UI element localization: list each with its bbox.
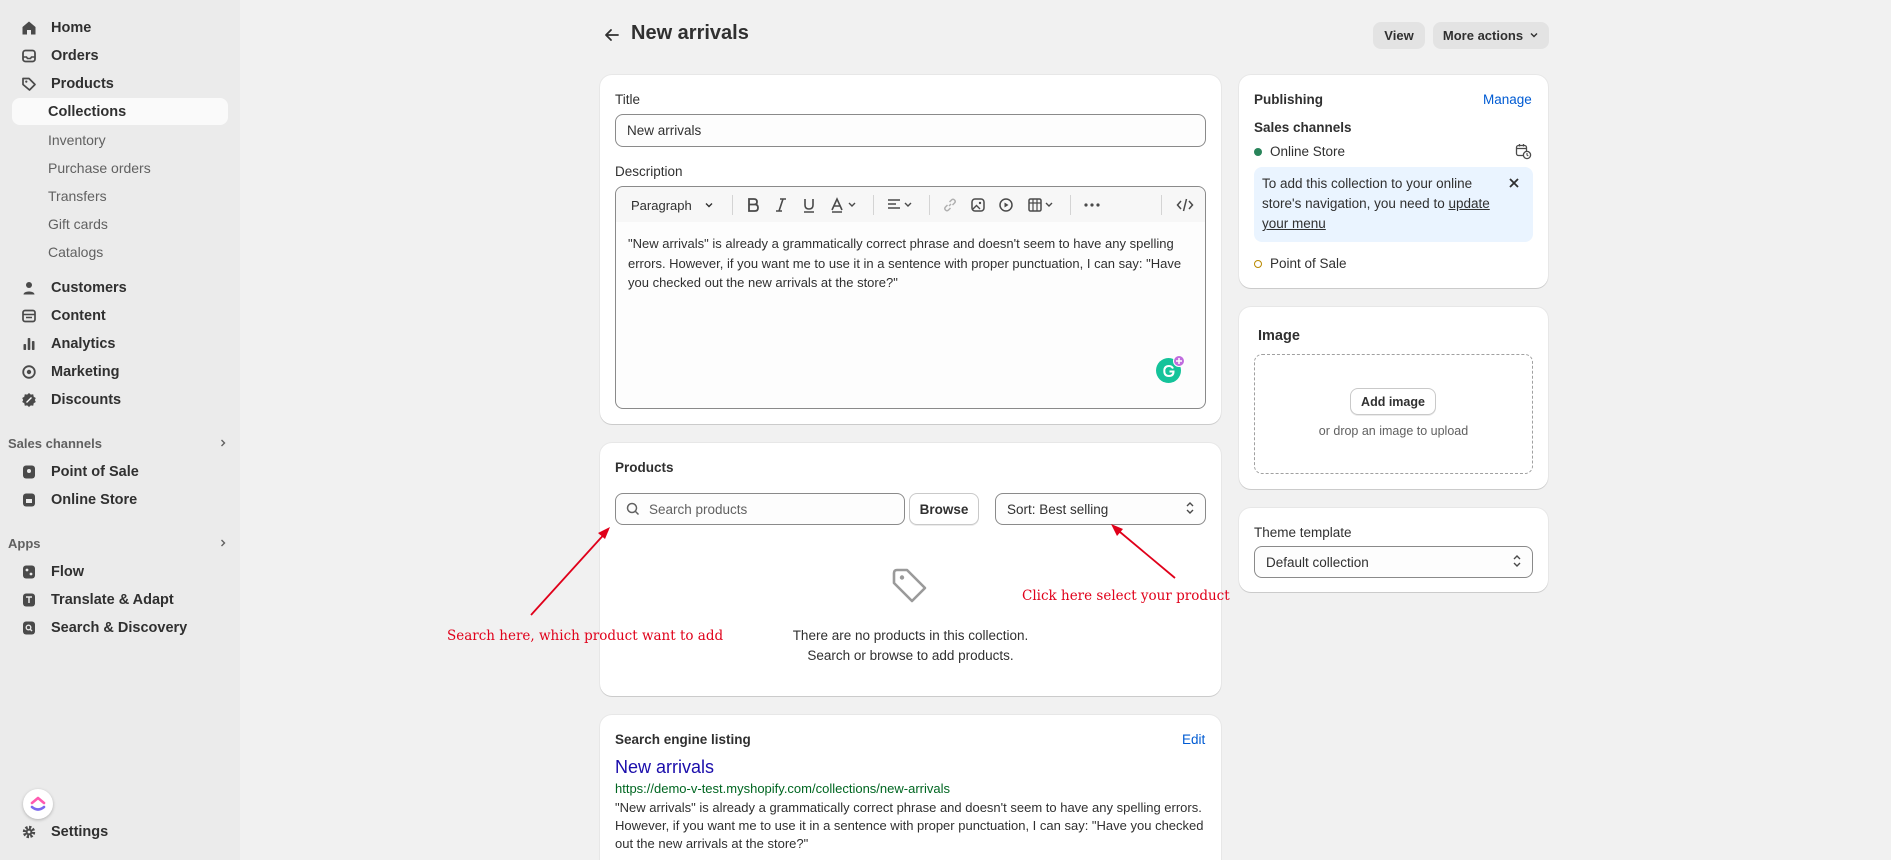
sort-annotation-arrow	[1113, 526, 1176, 579]
search-annotation-arrow	[530, 529, 609, 616]
search-annotation-arrowhead	[598, 527, 610, 539]
annotation-arrows	[530, 524, 1176, 616]
sort-annotation: Click here select your product	[1022, 588, 1230, 604]
sort-annotation-arrowhead	[1111, 524, 1123, 536]
search-annotation: Search here, which product want to add	[447, 628, 724, 644]
